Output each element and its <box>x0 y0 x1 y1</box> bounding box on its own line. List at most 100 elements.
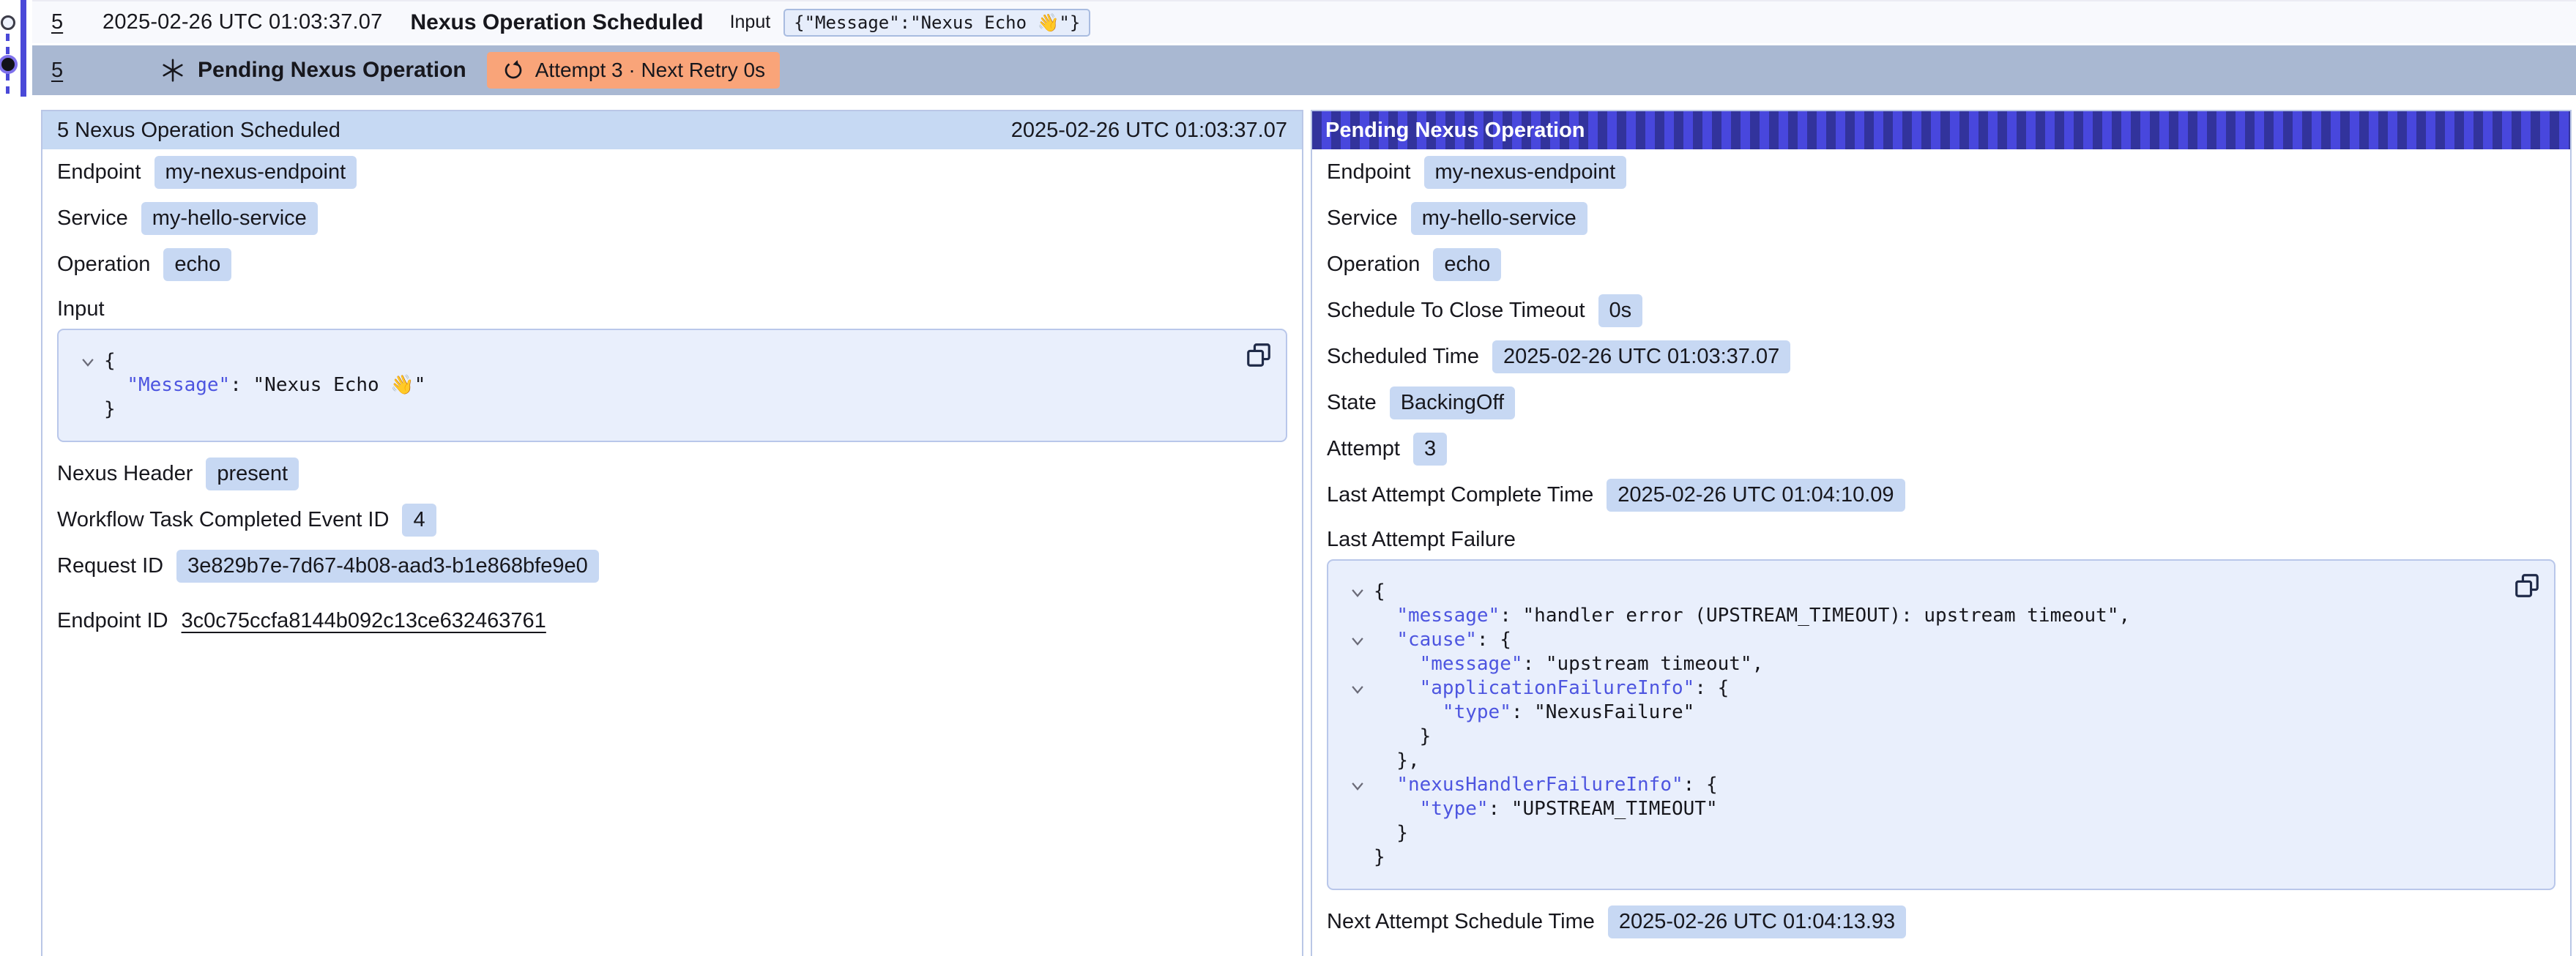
field-endpoint: Endpoint my-nexus-endpoint <box>42 149 1302 195</box>
json-line: } <box>72 397 1235 422</box>
event-input-label: Input <box>730 12 771 33</box>
state-value: BackingOff <box>1390 386 1515 419</box>
field-scheduled-time: Scheduled Time 2025-02-26 UTC 01:03:37.0… <box>1312 334 2570 380</box>
field-operation: Operation echo <box>42 242 1302 288</box>
pending-asterisk-icon <box>160 57 186 83</box>
field-service-label: Service <box>57 206 128 231</box>
json-line: }, <box>1341 749 2503 773</box>
pending-operation-value: echo <box>1433 248 1501 281</box>
pending-endpoint-label: Endpoint <box>1327 160 1411 184</box>
json-line: { <box>72 349 1235 373</box>
last-attempt-failure-label: Last Attempt Failure <box>1312 518 2570 552</box>
field-endpoint-id-label: Endpoint ID <box>57 609 168 633</box>
collapse-chevron-icon[interactable] <box>1341 773 1374 797</box>
collapse-chevron-icon[interactable] <box>1341 676 1374 701</box>
field-request-id-label: Request ID <box>57 554 163 578</box>
field-operation-value: echo <box>163 248 231 281</box>
json-line: "cause": { <box>1341 628 2503 652</box>
event-timestamp: 2025-02-26 UTC 01:03:37.07 <box>103 10 382 34</box>
field-service: Service my-hello-service <box>1312 195 2570 242</box>
attempt-value: 3 <box>1413 433 1447 466</box>
pending-endpoint-value: my-nexus-endpoint <box>1424 156 1627 189</box>
retry-badge-label: Attempt 3 · Next Retry 0s <box>535 59 765 82</box>
timeline-marker-selected-icon[interactable] <box>1 58 15 71</box>
event-title: Nexus Operation Scheduled <box>410 10 703 35</box>
field-nexus-header-value: present <box>206 458 299 490</box>
last-attempt-complete-value: 2025-02-26 UTC 01:04:10.09 <box>1607 479 1905 512</box>
json-line: { <box>1341 580 2503 604</box>
pending-panel-header: Pending Nexus Operation <box>1312 111 2570 149</box>
field-request-id-value: 3e829b7e-7d67-4b08-aad3-b1e868bfe9e0 <box>176 550 599 583</box>
event-input-chip: {"Message":"Nexus Echo 👋"} <box>783 9 1090 37</box>
schedule-to-close-label: Schedule To Close Timeout <box>1327 299 1585 323</box>
field-endpoint: Endpoint my-nexus-endpoint <box>1312 149 2570 195</box>
next-attempt-value: 2025-02-26 UTC 01:04:13.93 <box>1608 905 1906 938</box>
field-nexus-header: Nexus Header present <box>42 451 1302 497</box>
json-line: "Message": "Nexus Echo 👋" <box>72 373 1235 397</box>
schedule-to-close-value: 0s <box>1598 294 1643 327</box>
collapse-chevron-icon[interactable] <box>1341 628 1374 652</box>
event-history-list: 5 2025-02-26 UTC 01:03:37.07 Nexus Opera… <box>32 0 2576 95</box>
workflow-event-history-screen: 5 2025-02-26 UTC 01:03:37.07 Nexus Opera… <box>0 0 2576 956</box>
timeline-rail <box>0 0 32 98</box>
pending-operation-panel: Pending Nexus Operation Endpoint my-nexu… <box>1311 110 2572 956</box>
input-section-label: Input <box>42 288 1302 321</box>
field-wft-completed-value: 4 <box>402 504 436 537</box>
json-line: "message": "upstream timeout", <box>1341 652 2503 676</box>
scheduled-panel-header: 5 Nexus Operation Scheduled 2025-02-26 U… <box>42 111 1302 149</box>
field-last-attempt-complete-time: Last Attempt Complete Time 2025-02-26 UT… <box>1312 472 2570 518</box>
field-next-attempt-schedule-time: Next Attempt Schedule Time 2025-02-26 UT… <box>1312 899 2570 945</box>
field-attempt: Attempt 3 <box>1312 426 2570 472</box>
retry-attempt-badge: Attempt 3 · Next Retry 0s <box>487 52 780 89</box>
pending-service-value: my-hello-service <box>1411 202 1587 235</box>
scheduled-event-panel: 5 Nexus Operation Scheduled 2025-02-26 U… <box>41 110 1303 956</box>
field-wft-completed-label: Workflow Task Completed Event ID <box>57 508 389 532</box>
timeline-active-bar <box>21 0 26 97</box>
pending-row-title: Pending Nexus Operation <box>198 58 466 83</box>
input-json-block: { "Message": "Nexus Echo 👋" } <box>57 329 1287 442</box>
field-operation: Operation echo <box>1312 242 2570 288</box>
endpoint-id-link[interactable]: 3c0c75ccfa8144b092c13ce632463761 <box>182 609 546 633</box>
pending-event-id-link[interactable]: 5 <box>51 59 73 83</box>
last-attempt-complete-label: Last Attempt Complete Time <box>1327 483 1593 507</box>
timeline-marker-open-icon[interactable] <box>1 15 15 30</box>
pending-operation-label: Operation <box>1327 253 1420 277</box>
json-line: } <box>1341 725 2503 749</box>
collapse-chevron-icon[interactable] <box>72 349 104 373</box>
pending-panel-title: Pending Nexus Operation <box>1325 119 1585 143</box>
copy-icon[interactable] <box>2512 571 2542 602</box>
field-operation-label: Operation <box>57 253 150 277</box>
scheduled-panel-timestamp: 2025-02-26 UTC 01:03:37.07 <box>1011 119 1287 143</box>
attempt-label: Attempt <box>1327 437 1400 461</box>
field-request-id: Request ID 3e829b7e-7d67-4b08-aad3-b1e86… <box>42 543 1302 589</box>
copy-icon[interactable] <box>1243 340 1274 371</box>
json-line: } <box>1341 845 2503 870</box>
field-workflow-task-completed-event-id: Workflow Task Completed Event ID 4 <box>42 497 1302 543</box>
event-detail-area: 5 Nexus Operation Scheduled 2025-02-26 U… <box>41 110 2572 956</box>
field-nexus-header-label: Nexus Header <box>57 462 193 486</box>
event-id-link[interactable]: 5 <box>51 10 73 34</box>
json-line: "applicationFailureInfo": { <box>1341 676 2503 701</box>
field-endpoint-label: Endpoint <box>57 160 141 184</box>
failure-json-block: { "message": "handler error (UPSTREAM_TI… <box>1327 559 2555 890</box>
json-line: "type": "NexusFailure" <box>1341 701 2503 725</box>
pending-service-label: Service <box>1327 206 1398 231</box>
next-attempt-label: Next Attempt Schedule Time <box>1327 910 1595 934</box>
pending-nexus-operation-row-selected[interactable]: 5 Pending Nexus Operation Attempt 3 · Ne… <box>32 45 2576 95</box>
retry-icon <box>502 59 525 82</box>
field-state: State BackingOff <box>1312 380 2570 426</box>
event-row-nexus-operation-scheduled[interactable]: 5 2025-02-26 UTC 01:03:37.07 Nexus Opera… <box>32 0 2576 43</box>
json-line: "nexusHandlerFailureInfo": { <box>1341 773 2503 797</box>
scheduled-panel-title: 5 Nexus Operation Scheduled <box>57 119 340 143</box>
field-schedule-to-close-timeout: Schedule To Close Timeout 0s <box>1312 288 2570 334</box>
field-service: Service my-hello-service <box>42 195 1302 242</box>
scheduled-time-value: 2025-02-26 UTC 01:03:37.07 <box>1492 340 1790 373</box>
json-line: } <box>1341 821 2503 845</box>
json-line: "message": "handler error (UPSTREAM_TIME… <box>1341 604 2503 628</box>
field-service-value: my-hello-service <box>141 202 318 235</box>
scheduled-time-label: Scheduled Time <box>1327 345 1479 369</box>
collapse-chevron-icon[interactable] <box>1341 580 1374 604</box>
state-label: State <box>1327 391 1377 415</box>
field-endpoint-id: Endpoint ID 3c0c75ccfa8144b092c13ce63246… <box>42 598 1302 644</box>
json-line: "type": "UPSTREAM_TIMEOUT" <box>1341 797 2503 821</box>
